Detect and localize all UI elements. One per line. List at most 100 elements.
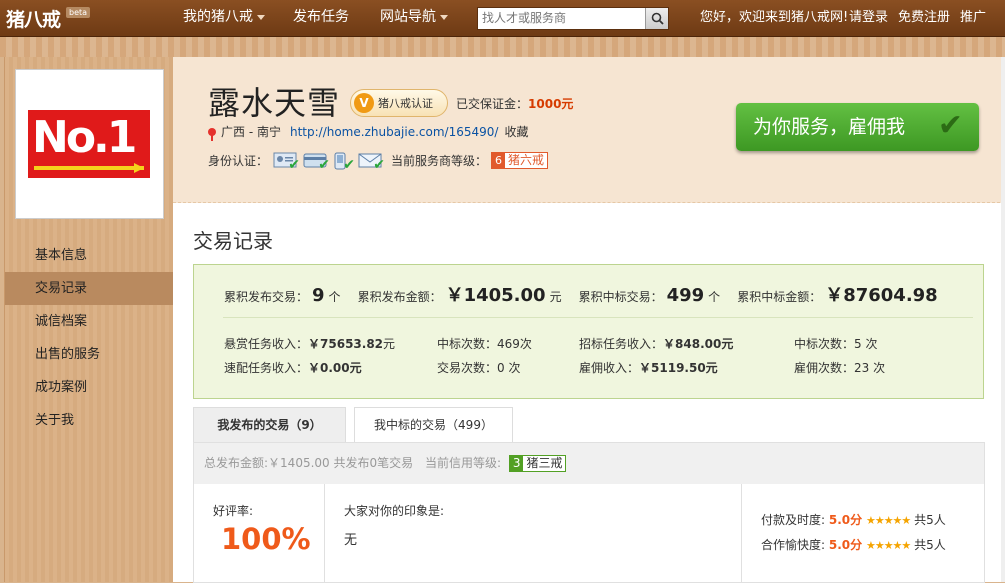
stat-label: 中标次数： (794, 337, 855, 351)
rating-label: 好评率: (213, 504, 254, 518)
stat-value: 9 (312, 285, 325, 306)
chevron-down-icon (440, 14, 448, 20)
search-icon (651, 12, 664, 25)
page-edge (1001, 57, 1005, 582)
logo-text: 猪八戒 (6, 8, 61, 31)
search-input[interactable] (478, 8, 646, 27)
collect-link[interactable]: 收藏 (504, 123, 528, 140)
decorative-stripe (0, 37, 1005, 57)
sidebar-item-services[interactable]: 出售的服务 (5, 338, 173, 371)
check-icon: ✔ (373, 157, 386, 173)
service-level-badge[interactable]: 6 猪六戒 (491, 152, 549, 169)
credit-level-badge[interactable]: 3 猪三戒 (508, 455, 567, 472)
avatar-arrow (134, 163, 144, 173)
score-value: 5.0分 (828, 513, 863, 527)
stat-unit: 元 (549, 290, 562, 304)
summary-text: 总发布金额:￥1405.00 共发布0笔交易 (204, 456, 414, 470)
sidebar-item-about[interactable]: 关于我 (5, 404, 173, 437)
location-row: 广西 - 南宁 http://home.zhubajie.com/165490/… (208, 123, 528, 141)
impression-value: 无 (344, 533, 358, 548)
deposit-value: 1000元 (528, 97, 574, 111)
site-logo[interactable]: 猪八戒 beta (6, 4, 91, 32)
stat-value: 23 次 (854, 361, 886, 375)
rating-value: 100% (221, 522, 311, 556)
credit-label: 当前信用等级: (424, 456, 501, 470)
verified-badge[interactable]: V 猪八戒认证 (350, 89, 448, 117)
v-verified-icon: V (354, 93, 374, 113)
stat-value: ￥87604.98 (825, 285, 938, 306)
homepage-link[interactable]: http://home.zhubajie.com/165490/ (290, 125, 498, 139)
email-icon[interactable]: ✔ (358, 152, 386, 173)
check-icon: ✔ (343, 157, 356, 173)
level-name: 猪六戒 (508, 153, 545, 167)
reward-income: 悬赏任务收入：￥75653.82元 (224, 335, 395, 352)
phone-icon[interactable]: ✔ (333, 152, 356, 173)
stat-label: 速配任务收入： (224, 361, 309, 375)
stat-value: ￥1405.00 (445, 285, 546, 306)
impression-label: 大家对你的印象是: (344, 504, 445, 518)
nav-label: 网站导航 (380, 9, 436, 25)
quick-income: 速配任务收入：￥0.00元 (224, 359, 362, 376)
nav-site-navigation[interactable]: 网站导航 (380, 0, 448, 36)
stat-label: 雇佣收入： (579, 361, 640, 375)
score-label: 付款及时度: (761, 513, 826, 527)
stat-value: ￥0.00元 (308, 361, 362, 375)
sidebar: No.1 基本信息 交易记录 诚信档案 出售的服务 成功案例 关于我 (4, 57, 174, 582)
hire-me-button[interactable]: 为你服务，雇佣我 ✔ (736, 103, 979, 151)
bank-card-icon[interactable]: ✔ (303, 152, 330, 172)
star-rating-icon: ★★★★★ (865, 514, 911, 527)
location-pin-icon (208, 127, 216, 141)
search-button[interactable] (645, 8, 668, 29)
sidebar-item-credit-file[interactable]: 诚信档案 (5, 305, 173, 338)
avatar-underline (34, 166, 144, 170)
login-link[interactable]: 请登录 (849, 0, 888, 36)
sidebar-item-trade-records[interactable]: 交易记录 (5, 272, 173, 305)
avatar[interactable]: No.1 (26, 81, 152, 207)
id-card-icon[interactable]: ✔ (273, 152, 301, 173)
main-content: 露水天雪 V 猪八戒认证 已交保证金：1000元 广西 - 南宁 http://… (173, 57, 1005, 583)
nav-my-zhubajie[interactable]: 我的猪八戒 (183, 0, 265, 36)
tab-my-won[interactable]: 我中标的交易（499） (354, 407, 513, 443)
verification-row: 身份认证： ✔ ✔ ✔ ✔ 当前服务商等级： 6 猪六戒 (208, 152, 549, 173)
deposit-label: 已交保证金： (456, 97, 529, 111)
stat-value: ￥5119.50元 (639, 361, 718, 375)
trade-stats-panel: 累积发布交易： 9 个 累积发布金额： ￥1405.00 元 累积中标交易： 499 个 累… (193, 264, 984, 399)
review-panel: 好评率: 100% 大家对你的印象是: 无 付款及时度: 5.0分 ★★★★★ … (193, 484, 985, 583)
nav-label: 我的猪八戒 (183, 9, 253, 25)
rating-column: 好评率: 100% (194, 484, 325, 582)
promote-link[interactable]: 推广 (960, 0, 986, 36)
stat-label: 交易次数： (437, 361, 498, 375)
bid-income: 招标任务收入：￥848.00元 (579, 335, 733, 352)
bid-win-count: 中标次数：5 次 (794, 335, 877, 352)
stat-label: 累积中标金额： (737, 290, 822, 304)
beta-badge: beta (66, 6, 91, 18)
trade-tabs: 我发布的交易（9） 我中标的交易（499） (193, 407, 983, 443)
avatar-text: No.1 (32, 112, 137, 163)
location-text: 广西 - 南宁 (221, 125, 281, 139)
hire-count: 雇佣次数：23 次 (794, 359, 885, 376)
stat-value: ￥75653.82 (308, 337, 384, 351)
nav-publish-task[interactable]: 发布任务 (293, 0, 349, 36)
stat-unit: 个 (708, 290, 721, 304)
verify-label: 身份认证： (208, 154, 269, 168)
stat-label: 累积中标交易： (578, 290, 663, 304)
sidebar-item-basic-info[interactable]: 基本信息 (5, 239, 173, 272)
credit-name: 猪三戒 (523, 456, 566, 471)
profile-header: 露水天雪 V 猪八戒认证 已交保证金：1000元 广西 - 南宁 http://… (173, 57, 1005, 203)
score-count: 共5人 (914, 513, 946, 527)
badge-label: 猪八戒认证 (378, 97, 433, 110)
no1-logo-image: No.1 (28, 110, 150, 178)
register-link[interactable]: 免费注册 (898, 0, 950, 36)
sidebar-item-cases[interactable]: 成功案例 (5, 371, 173, 404)
chevron-down-icon (257, 14, 265, 20)
check-icon: ✔ (288, 157, 301, 173)
trade-summary-bar: 总发布金额:￥1405.00 共发布0笔交易 当前信用等级: 3 猪三戒 (193, 442, 985, 485)
star-rating-icon: ★★★★★ (865, 539, 911, 552)
stat-unit: 元 (383, 337, 396, 351)
score-count: 共5人 (914, 538, 946, 552)
avatar-frame: No.1 (15, 69, 164, 219)
tab-my-published[interactable]: 我发布的交易（9） (193, 407, 346, 442)
stat-label: 招标任务收入： (579, 337, 664, 351)
score-column: 付款及时度: 5.0分 ★★★★★ 共5人 合作愉快度: 5.0分 ★★★★★ … (742, 484, 984, 582)
stat-value: 5 次 (854, 337, 878, 351)
